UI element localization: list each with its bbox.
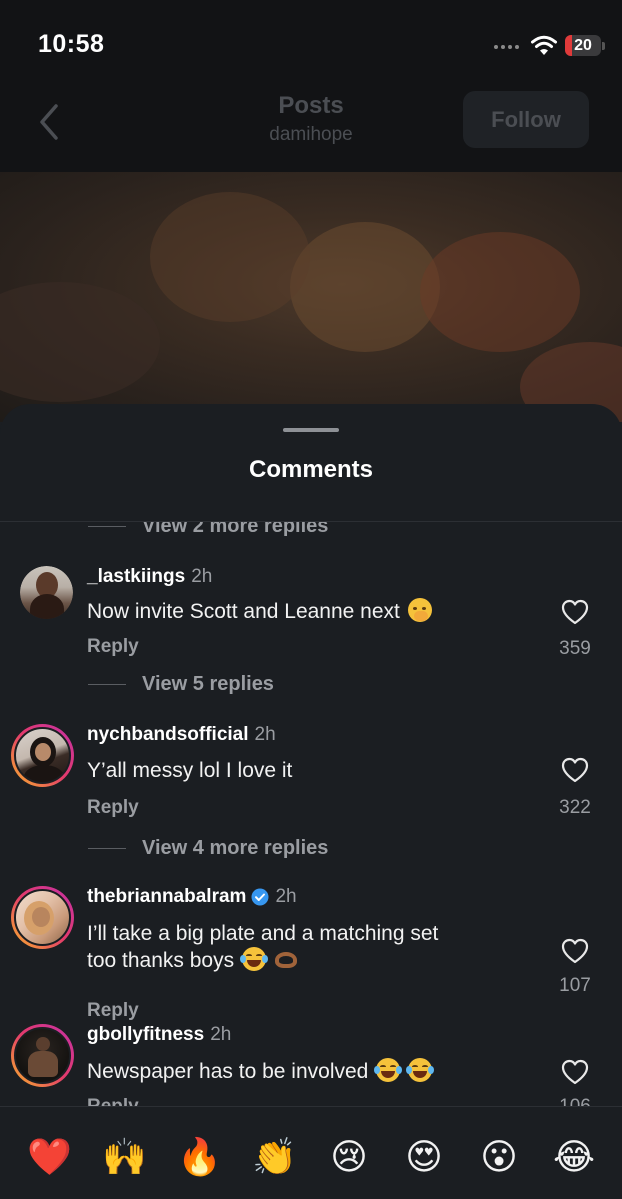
status-bar: 10:58 20 <box>0 0 622 88</box>
heart-eyes-emoji-button[interactable]: 😍 <box>402 1135 446 1179</box>
comment-text: I’ll take a big plate and a matching set… <box>87 920 527 974</box>
comment-body: Y’all messy lol I love it <box>87 759 293 782</box>
heart-icon[interactable] <box>561 757 589 783</box>
comment-text: Y’all messy lol I love it <box>87 757 527 784</box>
like-count: 107 <box>559 975 591 996</box>
comment-username[interactable]: nychbandsofficial <box>87 724 249 746</box>
comment-body-line-text: too thanks boys <box>87 949 235 972</box>
comment-username[interactable]: gbollyfitness <box>87 1024 204 1046</box>
view-replies-label: View 2 more replies <box>142 522 329 537</box>
verified-badge-icon <box>251 888 269 906</box>
view-replies-toggle[interactable]: View 5 replies <box>88 672 274 696</box>
fire-emoji-button[interactable]: 🔥 <box>177 1135 222 1179</box>
view-replies-toggle[interactable]: View 4 more replies <box>88 836 328 860</box>
comment-header: gbollyfitness 2h <box>87 1024 231 1046</box>
heart-icon[interactable] <box>561 938 589 964</box>
like-count: 322 <box>559 797 591 818</box>
reply-button[interactable]: Reply <box>87 1000 139 1022</box>
tears-of-joy-emoji-icon <box>374 1058 403 1082</box>
tears-of-joy-emoji-icon <box>239 947 268 971</box>
avatar[interactable] <box>11 724 74 787</box>
header: Posts damihope Follow <box>0 88 622 172</box>
view-replies-toggle[interactable]: View 2 more replies <box>88 522 328 538</box>
reply-button[interactable]: Reply <box>87 1096 139 1106</box>
comment-header: nychbandsofficial 2h <box>87 724 276 746</box>
comment-body: Now invite Scott and Leanne next <box>87 600 400 623</box>
battery-percent: 20 <box>574 37 592 54</box>
like-count: 359 <box>559 638 591 659</box>
comment-header: thebriannabalram 2h <box>87 886 297 908</box>
comments-title: Comments <box>248 456 374 483</box>
avatar[interactable] <box>11 886 74 949</box>
battery-icon: 20 <box>565 35 601 56</box>
comment-username[interactable]: _lastkiings <box>87 566 185 588</box>
comment-time: 2h <box>254 724 276 745</box>
heart-icon[interactable] <box>561 599 589 625</box>
view-replies-label: View 4 more replies <box>142 836 329 859</box>
view-replies-label: View 5 replies <box>142 672 274 695</box>
tears-of-joy-emoji-icon <box>406 1058 435 1082</box>
tears-of-joy-emoji-button[interactable]: 😂 <box>552 1135 596 1179</box>
comment-username[interactable]: thebriannabalram <box>87 886 246 908</box>
heart-icon[interactable] <box>561 1059 589 1085</box>
red-heart-emoji-button[interactable]: ❤️ <box>27 1135 72 1179</box>
reply-button[interactable]: Reply <box>87 797 139 819</box>
battery-cap <box>602 42 605 50</box>
comment-text: Newspaper has to be involved <box>87 1058 527 1085</box>
comment-text: Now invite Scott and Leanne next <box>87 598 527 625</box>
comment-time: 2h <box>191 566 213 587</box>
cellular-signal-icon <box>494 45 519 49</box>
face-with-hand-over-mouth-emoji-icon <box>407 598 432 622</box>
heart-hands-emoji-icon <box>274 947 298 971</box>
avatar[interactable] <box>11 1024 74 1087</box>
open-mouth-emoji-button[interactable]: 😮 <box>477 1135 521 1179</box>
emoji-reaction-bar: ❤️ 🙌 🔥 👏 😢 😍 😮 😂 <box>0 1106 622 1199</box>
crying-face-emoji-button[interactable]: 😢 <box>327 1135 371 1179</box>
status-time: 10:58 <box>38 30 105 58</box>
comment-time: 2h <box>210 1024 232 1045</box>
reply-button[interactable]: Reply <box>87 636 139 658</box>
like-count: 106 <box>540 1096 610 1106</box>
comment-body-line: I’ll take a big plate and a matching set <box>87 922 439 945</box>
comment-body: Newspaper has to be involved <box>87 1060 369 1083</box>
raising-hands-emoji-button[interactable]: 🙌 <box>102 1135 147 1179</box>
comments-list: View 2 more replies _lastkiings 2h Now i… <box>0 522 622 1106</box>
clapping-hands-emoji-button[interactable]: 👏 <box>252 1135 297 1179</box>
follow-button[interactable]: Follow <box>463 91 589 148</box>
comment-body-line: too thanks boys <box>87 947 527 974</box>
comments-sheet: Comments View 2 more replies _lastkiings… <box>0 404 622 1199</box>
avatar[interactable] <box>20 566 73 619</box>
sheet-grabber[interactable] <box>283 428 339 432</box>
post-image <box>0 172 622 422</box>
comment-time: 2h <box>275 886 297 907</box>
comment-header: _lastkiings 2h <box>87 566 212 588</box>
wifi-icon <box>531 35 557 55</box>
